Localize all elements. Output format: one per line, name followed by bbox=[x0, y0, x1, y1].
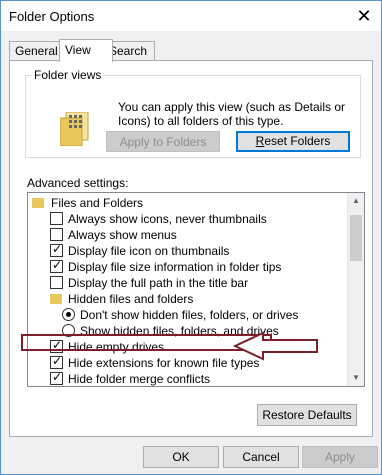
view-tab-panel: Folder views You can apply this view (su… bbox=[9, 60, 373, 437]
folder-views-title: Folder views bbox=[32, 68, 104, 82]
scroll-up-icon[interactable]: ▲ bbox=[348, 193, 364, 209]
cancel-button[interactable]: Cancel bbox=[223, 446, 299, 468]
advanced-settings-label: Advanced settings: bbox=[27, 176, 129, 190]
check-icon: ✓ bbox=[52, 370, 63, 384]
cancel-label: Cancel bbox=[242, 450, 280, 464]
folder-views-group: Folder views You can apply this view (su… bbox=[25, 68, 361, 158]
tab-view-label: View bbox=[65, 43, 91, 57]
scroll-thumb[interactable] bbox=[350, 215, 362, 261]
checkbox[interactable] bbox=[50, 228, 63, 241]
annotation-arrow-icon bbox=[233, 331, 318, 361]
folder-views-description: You can apply this view (such as Details… bbox=[118, 100, 346, 128]
radio-dot-icon bbox=[66, 312, 71, 317]
tab-search-label: Search bbox=[109, 44, 148, 58]
list-item-label: Display file icon on thumbnails bbox=[68, 244, 230, 258]
reset-folders-label: Reset Folders bbox=[255, 134, 331, 148]
tab-general-label: General bbox=[15, 44, 58, 58]
list-scrollbar[interactable]: ▲ ▼ bbox=[347, 193, 364, 386]
list-item-label: Display file size information in folder … bbox=[68, 260, 282, 274]
list-item-label: Always show menus bbox=[68, 228, 177, 242]
restore-defaults-label: Restore Defaults bbox=[262, 408, 352, 422]
window-title: Folder Options bbox=[9, 9, 95, 24]
list-item-label: Don't show hidden files, folders, or dri… bbox=[80, 308, 299, 322]
checkbox-checked[interactable]: ✓ bbox=[50, 242, 63, 257]
reset-folders-button[interactable]: Reset Folders bbox=[236, 131, 350, 152]
list-item-label: Always show icons, never thumbnails bbox=[68, 212, 267, 226]
folder-options-window: Folder Options ✕ General View Search Fol… bbox=[0, 0, 382, 475]
apply-to-folders-button[interactable]: Apply to Folders bbox=[106, 131, 220, 152]
list-item-label: Hide extensions for known file types bbox=[68, 356, 260, 370]
checkbox-checked[interactable]: ✓ bbox=[50, 354, 63, 369]
list-item-label: Hidden files and folders bbox=[68, 292, 194, 306]
checkbox-checked[interactable]: ✓ bbox=[50, 370, 63, 385]
ok-label: OK bbox=[172, 450, 190, 464]
list-item-label: Files and Folders bbox=[51, 196, 144, 210]
list-item-label: Display the full path in the title bar bbox=[68, 276, 249, 290]
list-item-label: Hide folder merge conflicts bbox=[68, 372, 211, 386]
checkbox[interactable] bbox=[50, 276, 63, 289]
folder-icon bbox=[32, 198, 44, 208]
folder-view-icon bbox=[60, 112, 89, 146]
checkbox[interactable] bbox=[50, 212, 63, 225]
restore-defaults-button[interactable]: Restore Defaults bbox=[257, 404, 357, 426]
check-icon: ✓ bbox=[52, 242, 63, 256]
close-icon[interactable]: ✕ bbox=[353, 5, 375, 27]
scroll-down-icon[interactable]: ▼ bbox=[348, 370, 364, 386]
apply-button[interactable]: Apply bbox=[302, 446, 378, 468]
checkbox-checked[interactable]: ✓ bbox=[50, 258, 63, 273]
tab-view[interactable]: View bbox=[59, 39, 113, 62]
apply-to-folders-label: Apply to Folders bbox=[119, 135, 207, 149]
apply-label: Apply bbox=[324, 450, 356, 464]
radio-selected[interactable] bbox=[62, 308, 75, 321]
check-icon: ✓ bbox=[52, 258, 63, 272]
title-bar: Folder Options ✕ bbox=[1, 1, 381, 31]
ok-button[interactable]: OK bbox=[143, 446, 219, 468]
check-icon: ✓ bbox=[52, 354, 63, 368]
folder-icon bbox=[50, 294, 62, 304]
